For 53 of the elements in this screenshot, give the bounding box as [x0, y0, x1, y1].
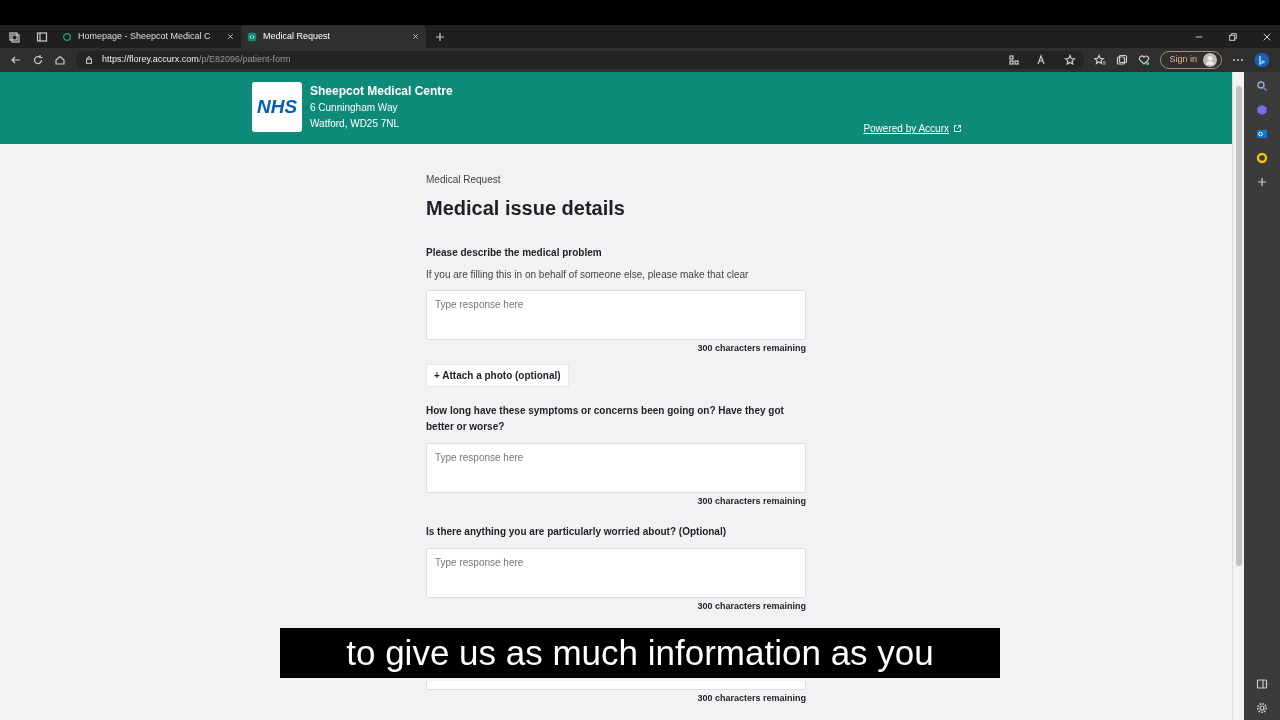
character-counter: 300 characters remaining [696, 494, 806, 508]
refresh-icon[interactable] [32, 54, 44, 66]
collections-icon[interactable] [1116, 54, 1129, 66]
browser-tab[interactable]: Medical Request [241, 25, 426, 48]
close-icon[interactable] [226, 32, 235, 41]
close-icon[interactable] [411, 32, 420, 41]
address-line: Watford, WD25 7NL [310, 117, 401, 131]
attach-photo-button[interactable]: + Attach a photo (optional) [426, 363, 569, 387]
favicon-icon [247, 31, 257, 42]
favorites-icon[interactable] [1094, 54, 1107, 66]
workspaces-icon[interactable] [8, 30, 20, 43]
add-icon[interactable] [1256, 176, 1268, 188]
restore-icon[interactable] [1228, 31, 1238, 42]
powered-by-link[interactable]: Powered by Accurx [863, 121, 962, 136]
question-label: Please describe the medical problem [426, 246, 603, 260]
question-label: How long have these symptoms or concerns been going on? Have they got better or worse? [426, 403, 785, 434]
breadcrumb-text: Medical Request [426, 173, 502, 187]
avatar-icon [1203, 53, 1217, 67]
home-icon[interactable] [54, 54, 66, 66]
response-field[interactable] [426, 680, 806, 690]
external-link-icon[interactable] [953, 124, 962, 133]
new-tab-icon[interactable] [434, 31, 446, 43]
health-icon[interactable] [1138, 54, 1151, 66]
lock-icon [84, 55, 94, 65]
tab-actions-icon[interactable] [36, 30, 48, 43]
subtitle-caption: to give us as much information as you [280, 628, 1000, 678]
character-counter: 300 characters remaining [696, 342, 806, 355]
hexagon-icon[interactable] [1256, 104, 1268, 116]
url-text[interactable]: https://florey.accurx.com/p/E82096/patient-form [102, 53, 291, 67]
ring-icon[interactable] [1256, 152, 1268, 164]
search-icon[interactable] [1256, 80, 1268, 92]
mail-icon[interactable] [1256, 128, 1268, 140]
page-title: Medical issue details [426, 196, 626, 221]
character-counter: 300 characters remaining [696, 600, 806, 613]
response-field[interactable]: Type response here [426, 442, 806, 493]
address-line: 6 Cunningham Way [310, 101, 399, 115]
back-icon[interactable] [10, 54, 22, 66]
response-field[interactable]: Type response here [426, 290, 806, 340]
favicon-icon [62, 31, 72, 42]
apps-icon[interactable] [1008, 54, 1021, 66]
favorite-icon[interactable] [1064, 54, 1077, 66]
character-counter: 300 characters remaining [696, 691, 806, 705]
settings-icon[interactable] [1256, 702, 1268, 714]
copilot-icon[interactable] [1254, 52, 1270, 68]
response-field[interactable]: Type response here [426, 548, 806, 598]
nhs-logo: NHS [252, 82, 302, 132]
sidebar-icon[interactable] [1256, 678, 1268, 690]
practice-name: Sheepcot Medical Centre [310, 83, 453, 100]
close-icon[interactable] [1262, 31, 1272, 42]
hint-text: If you are filling this in on behalf of someone else, please make that clear [426, 268, 750, 282]
question-label: Is there anything you are particularly worried about? (Optional) [426, 525, 728, 539]
scrollbar-thumb[interactable] [1236, 86, 1242, 566]
browser-tab[interactable]: Homepage - Sheepcot Medical C [56, 25, 241, 48]
